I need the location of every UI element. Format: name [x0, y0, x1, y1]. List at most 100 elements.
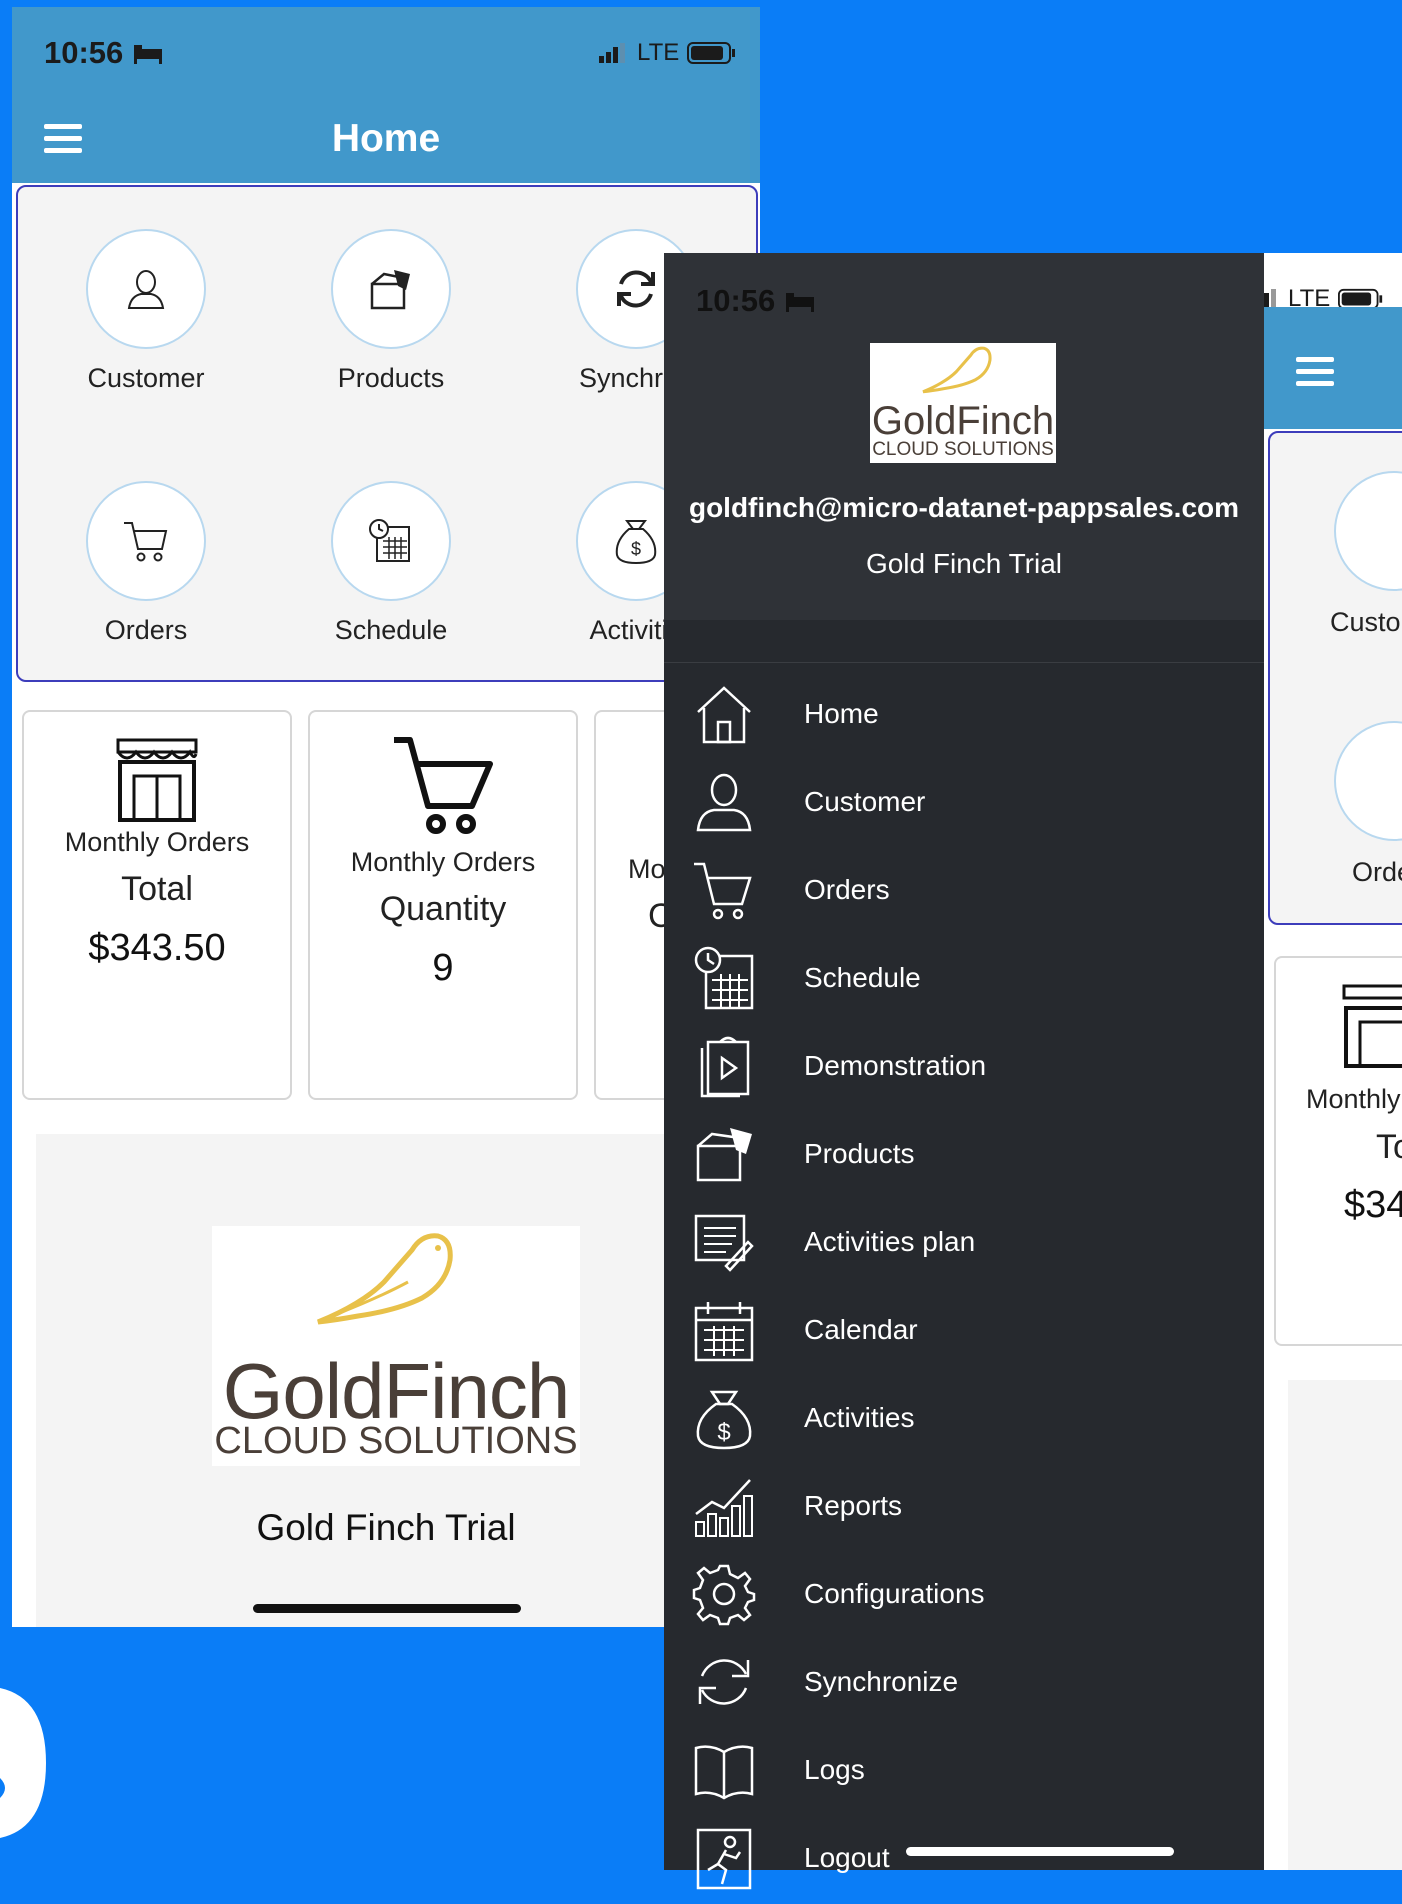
shortcut-grid: Custo Orde [1268, 431, 1402, 925]
stat-card-total[interactable]: Monthly To $34 [1274, 956, 1402, 1346]
tile-label: Customer [87, 363, 205, 393]
menu-label: Activities plan [804, 1226, 976, 1257]
svg-text:$: $ [717, 1419, 730, 1446]
stat-card-quantity[interactable]: Monthly Orders Quantity 9 [308, 710, 578, 1100]
menu-label: Demonstration [804, 1050, 987, 1081]
svg-text:$: $ [631, 539, 641, 559]
drawer-header: 10:56 GoldFinch CLOUD SOLUTIONS goldfinc… [664, 253, 1264, 620]
store-icon [1342, 984, 1402, 1068]
app-bar: 10:56 LTE Home [12, 7, 760, 183]
tile-label: Orders [104, 615, 188, 645]
menu-item-schedule[interactable]: Schedule [664, 936, 1264, 1024]
app-logo-icon [0, 1688, 46, 1838]
customer-icon[interactable] [1334, 471, 1402, 591]
menu-item-activities-plan[interactable]: Activities plan [664, 1200, 1264, 1288]
sleep-mode-icon [785, 293, 814, 312]
network-label: LTE [637, 39, 680, 66]
drawer-divider [664, 662, 1264, 663]
stat-label: Total [121, 870, 193, 908]
reports-icon [695, 1479, 753, 1537]
stat-value: $343.50 [88, 927, 226, 969]
sleep-mode-icon [133, 45, 162, 64]
stat-title: Monthly [1306, 1084, 1401, 1114]
status-time: 10:56 [44, 35, 164, 71]
menu-label: Synchronize [804, 1666, 959, 1697]
home-screen-preview: LTE Custo Orde Monthly To $34 [1264, 253, 1402, 1870]
organization-name: Gold Finch Trial [256, 1507, 516, 1548]
menu-label: Logs [804, 1754, 865, 1785]
menu-item-customer[interactable]: Customer [664, 760, 1264, 848]
calendar-icon [694, 1302, 754, 1362]
status-indicators: LTE [597, 39, 737, 67]
app-bar [1264, 307, 1402, 429]
stat-value: $34 [1344, 1184, 1402, 1226]
goldfinch-logo: GoldFinch CLOUD SOLUTIONS [212, 1226, 580, 1466]
menu-item-products[interactable]: Products [664, 1112, 1264, 1200]
menu-item-reports[interactable]: Reports [664, 1464, 1264, 1552]
schedule-icon [331, 481, 451, 601]
status-bar: 10:56 LTE [12, 7, 760, 77]
tile-schedule[interactable]: Schedule [291, 481, 491, 646]
cart-icon[interactable] [1334, 721, 1402, 841]
store-icon [116, 738, 198, 822]
logo-wordmark: GoldFinch [871, 399, 1055, 443]
gear-icon [692, 1564, 756, 1626]
cart-icon [694, 862, 752, 920]
goldfinch-logo: GoldFinch CLOUD SOLUTIONS [870, 343, 1056, 463]
bird-icon [922, 346, 992, 394]
menu-item-logs[interactable]: Logs [664, 1728, 1264, 1816]
activities-plan-icon [694, 1214, 754, 1272]
menu-item-home[interactable]: Home [664, 672, 1264, 760]
menu-item-calendar[interactable]: Calendar [664, 1288, 1264, 1376]
company-panel [1288, 1380, 1402, 1870]
tile-products[interactable]: Products [291, 229, 491, 394]
menu-label: Customer [804, 786, 926, 817]
shortcut-grid: Customer Products Synchron Orders Schedu… [16, 185, 758, 682]
stat-card-total[interactable]: Monthly Orders Total $343.50 [22, 710, 292, 1100]
battery-icon [687, 42, 736, 64]
logout-icon [696, 1828, 752, 1890]
home-icon [697, 686, 751, 744]
company-panel: GoldFinch CLOUD SOLUTIONS [36, 1134, 736, 1627]
tile-label: Custo [1330, 607, 1401, 637]
customer-icon [86, 229, 206, 349]
cart-icon [86, 481, 206, 601]
schedule-icon [694, 946, 754, 1010]
menu-item-orders[interactable]: Orders [664, 848, 1264, 936]
logo-tagline: CLOUD SOLUTIONS [872, 439, 1054, 460]
stat-label: Quantity [379, 890, 507, 928]
home-screen: 10:56 LTE Home Customer Products Synchro… [12, 7, 760, 1627]
signal-icon [599, 43, 625, 63]
menu-button[interactable] [1296, 357, 1334, 387]
tile-customer[interactable]: Customer [46, 229, 246, 394]
menu-item-activities[interactable]: $ Activities [664, 1376, 1264, 1464]
navigation-drawer: 10:56 GoldFinch CLOUD SOLUTIONS goldfinc… [664, 253, 1264, 1890]
menu-item-configurations[interactable]: Configurations [664, 1552, 1264, 1640]
sync-icon [698, 1659, 750, 1705]
menu-label: Reports [804, 1490, 903, 1521]
book-icon [694, 1745, 754, 1800]
stat-label: To [1376, 1128, 1402, 1166]
stat-title: Monthly Orders [64, 827, 250, 857]
menu-label: Home [804, 698, 879, 729]
menu-label: Orders [804, 874, 890, 905]
logo-tagline: CLOUD SOLUTIONS [214, 1420, 578, 1462]
home-indicator[interactable] [253, 1604, 521, 1613]
stat-value: 9 [432, 947, 454, 989]
menu-item-logout[interactable]: Logout [664, 1816, 1264, 1904]
customer-icon [696, 773, 752, 832]
organization-name: Gold Finch Trial [865, 548, 1063, 579]
money-bag-icon: $ [696, 1390, 752, 1450]
tile-orders[interactable]: Orders [46, 481, 246, 646]
products-icon [696, 1128, 752, 1182]
stat-title: Monthly Orders [350, 847, 536, 877]
menu-label: Schedule [804, 962, 921, 993]
menu-label: Configurations [804, 1578, 985, 1609]
menu-item-demonstration[interactable]: Demonstration [664, 1024, 1264, 1112]
cart-icon [394, 737, 493, 834]
home-indicator[interactable] [906, 1847, 1174, 1856]
menu-label: Products [804, 1138, 915, 1169]
menu-label: Logout [804, 1842, 890, 1873]
status-time: 10:56 [696, 283, 816, 319]
menu-item-synchronize[interactable]: Synchronize [664, 1640, 1264, 1728]
